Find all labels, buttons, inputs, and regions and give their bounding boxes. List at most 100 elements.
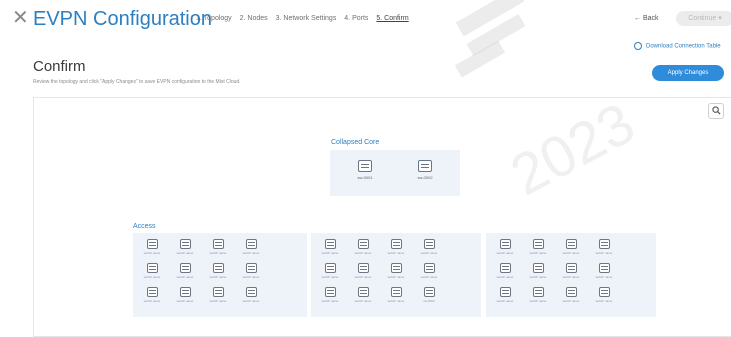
switch-label: switch name	[242, 299, 260, 303]
switch-icon	[598, 239, 610, 249]
access-switch[interactable]: switch name	[383, 287, 409, 303]
access-switch[interactable]: switch name	[238, 239, 264, 255]
switch-icon	[179, 263, 191, 273]
access-switch[interactable]: switch name	[172, 239, 198, 255]
page-subtitle: Review the topology and click "Apply Cha…	[33, 79, 241, 85]
access-switch[interactable]: switch name	[139, 239, 165, 255]
switch-label: switch name	[209, 251, 227, 255]
close-icon[interactable]: ✕	[12, 8, 29, 28]
access-switch[interactable]: switch name	[350, 287, 376, 303]
access-switch[interactable]: switch name	[172, 263, 198, 279]
access-switch[interactable]: switch name	[525, 263, 551, 279]
switch-label: switch name	[176, 275, 194, 279]
switch-label: switch name	[354, 275, 372, 279]
watermark-stroke	[455, 0, 525, 37]
switch-icon	[245, 263, 257, 273]
watermark-stroke	[454, 40, 506, 78]
apply-changes-button[interactable]: Apply Changes	[652, 65, 724, 81]
core-switch[interactable]: sw-0002	[402, 160, 448, 180]
watermark-stroke	[466, 13, 526, 57]
access-switch[interactable]: switch name	[350, 263, 376, 279]
access-group-title: Access	[133, 223, 156, 230]
access-switch[interactable]: switch name	[525, 239, 551, 255]
access-switch[interactable]: switch name	[317, 263, 343, 279]
access-switch[interactable]: sw-0003	[416, 287, 442, 303]
access-switch[interactable]: switch name	[139, 287, 165, 303]
access-switch[interactable]: switch name	[238, 263, 264, 279]
switch-label: switch name	[354, 299, 372, 303]
app-title: EVPN Configuration	[33, 8, 212, 30]
switch-icon	[324, 263, 336, 273]
step-nodes[interactable]: 2. Nodes	[240, 15, 268, 22]
switch-label: switch name	[496, 251, 514, 255]
switch-icon	[357, 263, 369, 273]
switch-icon	[423, 239, 435, 249]
switch-icon	[565, 287, 577, 297]
switch-label: switch name	[387, 275, 405, 279]
access-switch[interactable]: switch name	[492, 239, 518, 255]
switch-label: sw-0001	[357, 175, 373, 180]
switch-icon	[532, 239, 544, 249]
access-switch[interactable]: switch name	[416, 263, 442, 279]
back-button[interactable]: ← Back	[634, 15, 659, 22]
access-switch[interactable]: switch name	[558, 239, 584, 255]
switch-icon	[598, 287, 610, 297]
switch-label: switch name	[242, 275, 260, 279]
search-icon	[711, 106, 721, 115]
core-group: sw-0001 sw-0002	[330, 150, 460, 196]
access-switch[interactable]: switch name	[205, 239, 231, 255]
access-switch[interactable]: switch name	[558, 287, 584, 303]
continue-button[interactable]: Continue ▾	[676, 11, 731, 26]
access-switch[interactable]: switch name	[591, 287, 617, 303]
core-switch[interactable]: sw-0001	[342, 160, 388, 180]
switch-label: sw-0003	[423, 299, 435, 303]
switch-icon	[324, 287, 336, 297]
step-ports[interactable]: 4. Ports	[344, 15, 368, 22]
switch-icon	[212, 287, 224, 297]
step-network-settings[interactable]: 3. Network Settings	[276, 15, 337, 22]
switch-label: switch name	[562, 299, 580, 303]
switch-icon	[212, 239, 224, 249]
access-switch[interactable]: switch name	[492, 263, 518, 279]
access-switch[interactable]: switch name	[591, 263, 617, 279]
access-switch[interactable]: switch name	[383, 263, 409, 279]
switch-icon	[324, 239, 336, 249]
access-switch[interactable]: switch name	[172, 287, 198, 303]
switch-icon	[146, 263, 158, 273]
switch-icon	[532, 287, 544, 297]
access-switch[interactable]: switch name	[205, 263, 231, 279]
switch-icon	[146, 239, 158, 249]
core-group-title: Collapsed Core	[331, 139, 380, 146]
access-switch[interactable]: switch name	[317, 239, 343, 255]
switch-label: switch name	[143, 275, 161, 279]
access-switch[interactable]: switch name	[383, 239, 409, 255]
access-switch[interactable]: switch name	[558, 263, 584, 279]
switch-label: switch name	[321, 251, 339, 255]
access-switch[interactable]: switch name	[591, 239, 617, 255]
access-switch[interactable]: switch name	[139, 263, 165, 279]
switch-icon	[418, 160, 432, 172]
access-switch[interactable]: switch name	[492, 287, 518, 303]
switch-label: switch name	[595, 299, 613, 303]
switch-label: switch name	[529, 299, 547, 303]
switch-label: switch name	[209, 299, 227, 303]
switch-label: switch name	[354, 251, 372, 255]
access-switch[interactable]: switch name	[525, 287, 551, 303]
download-connection-table-link[interactable]: Download Connection Table	[634, 42, 721, 50]
access-switch[interactable]: switch name	[317, 287, 343, 303]
step-topology[interactable]: 1. Topology	[196, 15, 232, 22]
access-switch[interactable]: switch name	[416, 239, 442, 255]
access-switch[interactable]: switch name	[205, 287, 231, 303]
step-confirm[interactable]: 5. Confirm	[376, 15, 408, 22]
download-icon	[634, 42, 642, 50]
switch-label: switch name	[496, 299, 514, 303]
switch-label: switch name	[562, 251, 580, 255]
switch-label: sw-0002	[417, 175, 433, 180]
zoom-button[interactable]	[708, 103, 724, 119]
switch-icon	[179, 239, 191, 249]
switch-label: switch name	[529, 275, 547, 279]
access-switch[interactable]: switch name	[238, 287, 264, 303]
switch-icon	[245, 287, 257, 297]
switch-label: switch name	[209, 275, 227, 279]
access-switch[interactable]: switch name	[350, 239, 376, 255]
